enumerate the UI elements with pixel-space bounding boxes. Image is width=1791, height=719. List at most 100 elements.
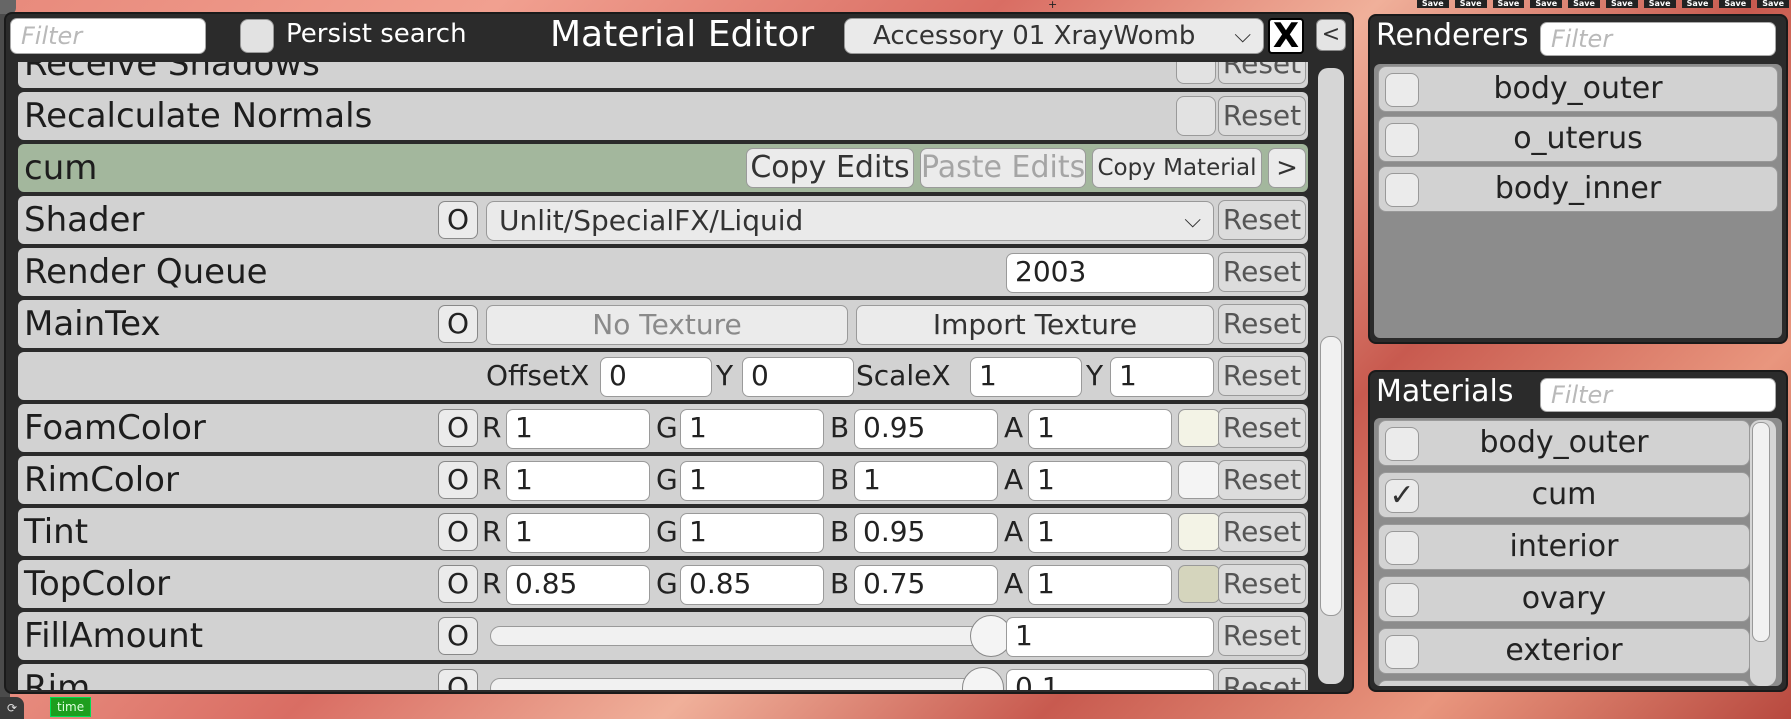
offset-x-field[interactable]: 0 <box>600 357 712 397</box>
color-r-field[interactable]: 1 <box>506 461 650 501</box>
reset-button[interactable]: Reset <box>1218 304 1306 344</box>
no-texture-button[interactable]: No Texture <box>486 305 848 345</box>
color-g-field[interactable]: 1 <box>680 461 824 501</box>
material-checkbox[interactable] <box>1385 635 1419 669</box>
material-checkbox[interactable]: ✓ <box>1385 479 1419 513</box>
rim-field[interactable]: 0.1 <box>1006 669 1214 690</box>
reset-button[interactable]: Reset <box>1218 62 1306 84</box>
renderers-filter-input[interactable]: Filter <box>1540 22 1776 56</box>
shader-o-button[interactable]: O <box>438 201 478 239</box>
recalculate-normals-checkbox[interactable] <box>1176 96 1216 136</box>
list-item[interactable]: exterior <box>1378 628 1750 674</box>
materials-scrollbar[interactable] <box>1750 420 1776 686</box>
color-o-button[interactable]: O <box>438 565 478 603</box>
reset-button[interactable]: Reset <box>1218 200 1306 240</box>
material-checkbox[interactable] <box>1385 531 1419 565</box>
save-button[interactable]: Save <box>1719 0 1752 8</box>
reset-button[interactable]: Reset <box>1218 564 1306 604</box>
collapse-button[interactable]: < <box>1316 19 1346 51</box>
shader-dropdown[interactable]: Unlit/SpecialFX/Liquid ⌵ <box>486 201 1214 241</box>
list-item[interactable]: body_outer <box>1378 66 1778 112</box>
bottom-left-refresh-icon[interactable]: ⟳ <box>0 697 24 719</box>
channel-a-label: A <box>1004 567 1024 600</box>
color-b-field[interactable]: 1 <box>854 461 998 501</box>
reset-button[interactable]: Reset <box>1218 356 1306 396</box>
renderer-checkbox[interactable] <box>1385 123 1419 157</box>
receive-shadows-checkbox[interactable] <box>1176 62 1216 84</box>
copy-edits-button[interactable]: Copy Edits <box>746 148 914 188</box>
editor-filter-input[interactable]: Filter <box>10 18 206 54</box>
color-r-field[interactable]: 1 <box>506 513 650 553</box>
list-item[interactable]: ovary <box>1378 576 1750 622</box>
save-button[interactable]: Save <box>1681 0 1714 8</box>
color-a-field[interactable]: 1 <box>1028 565 1172 605</box>
color-swatch[interactable] <box>1178 461 1220 499</box>
rim-o-button[interactable]: O <box>438 669 478 690</box>
reset-button[interactable]: Reset <box>1218 96 1306 136</box>
renderer-checkbox[interactable] <box>1385 173 1419 207</box>
expand-button[interactable]: > <box>1268 148 1306 188</box>
reset-button[interactable]: Reset <box>1218 460 1306 500</box>
color-a-field[interactable]: 1 <box>1028 461 1172 501</box>
editor-scrollbar-thumb[interactable] <box>1320 336 1342 616</box>
close-button[interactable]: X <box>1268 18 1304 54</box>
color-o-button[interactable]: O <box>438 513 478 551</box>
color-b-field[interactable]: 0.75 <box>854 565 998 605</box>
renderer-checkbox[interactable] <box>1385 73 1419 107</box>
material-checkbox[interactable] <box>1385 427 1419 461</box>
list-item-partial[interactable] <box>1378 680 1750 686</box>
list-item[interactable]: interior <box>1378 524 1750 570</box>
save-button[interactable]: Save <box>1416 0 1449 8</box>
persist-search-checkbox[interactable] <box>240 19 274 53</box>
materials-filter-input[interactable]: Filter <box>1540 378 1776 412</box>
list-item[interactable]: o_uterus <box>1378 116 1778 162</box>
copy-material-button[interactable]: Copy Material <box>1092 148 1262 188</box>
list-item[interactable]: ✓ cum <box>1378 472 1750 518</box>
reset-button[interactable]: Reset <box>1218 512 1306 552</box>
offset-y-field[interactable]: 0 <box>742 357 854 397</box>
editor-scrollbar[interactable] <box>1318 68 1344 684</box>
list-item[interactable]: body_inner <box>1378 166 1778 212</box>
color-r-field[interactable]: 1 <box>506 409 650 449</box>
color-o-button[interactable]: O <box>438 461 478 499</box>
save-button[interactable]: Save <box>1605 0 1638 8</box>
reset-button[interactable]: Reset <box>1218 616 1306 656</box>
save-button[interactable]: Save <box>1530 0 1563 8</box>
scale-y-field[interactable]: 1 <box>1110 357 1214 397</box>
import-texture-button[interactable]: Import Texture <box>856 305 1214 345</box>
save-button[interactable]: Save <box>1568 0 1600 8</box>
color-g-field[interactable]: 1 <box>680 513 824 553</box>
save-button[interactable]: Save <box>1492 0 1525 8</box>
paste-edits-button[interactable]: Paste Edits <box>920 148 1086 188</box>
color-swatch[interactable] <box>1178 513 1220 551</box>
color-swatch[interactable] <box>1178 409 1220 447</box>
color-a-field[interactable]: 1 <box>1028 409 1172 449</box>
render-queue-field[interactable]: 2003 <box>1006 253 1214 293</box>
fill-amount-slider-track[interactable] <box>490 626 998 646</box>
rim-slider-knob[interactable] <box>962 667 1004 690</box>
color-b-field[interactable]: 0.95 <box>854 513 998 553</box>
color-b-field[interactable]: 0.95 <box>854 409 998 449</box>
color-g-field[interactable]: 0.85 <box>680 565 824 605</box>
materials-scrollbar-thumb[interactable] <box>1752 422 1770 642</box>
list-item[interactable]: body_outer <box>1378 420 1750 466</box>
save-button[interactable]: Save <box>1643 0 1676 8</box>
fill-amount-field[interactable]: 1 <box>1006 617 1214 657</box>
color-o-button[interactable]: O <box>438 409 478 447</box>
reset-button[interactable]: Reset <box>1218 408 1306 448</box>
fill-amount-o-button[interactable]: O <box>438 617 478 655</box>
save-button[interactable]: Save <box>1757 0 1789 8</box>
reset-button[interactable]: Reset <box>1218 668 1306 690</box>
reset-button[interactable]: Reset <box>1218 252 1306 292</box>
color-a-field[interactable]: 1 <box>1028 513 1172 553</box>
scale-x-field[interactable]: 1 <box>970 357 1082 397</box>
maintex-o-button[interactable]: O <box>438 305 478 343</box>
color-r-field[interactable]: 0.85 <box>506 565 650 605</box>
material-checkbox[interactable] <box>1385 583 1419 617</box>
color-swatch[interactable] <box>1178 565 1220 603</box>
color-g-field[interactable]: 1 <box>680 409 824 449</box>
save-button[interactable]: Save <box>1454 0 1487 8</box>
time-badge[interactable]: time <box>50 697 92 717</box>
rim-slider-track[interactable] <box>490 678 998 690</box>
accessory-dropdown[interactable]: Accessory 01 XrayWomb ⌵ <box>844 18 1264 54</box>
